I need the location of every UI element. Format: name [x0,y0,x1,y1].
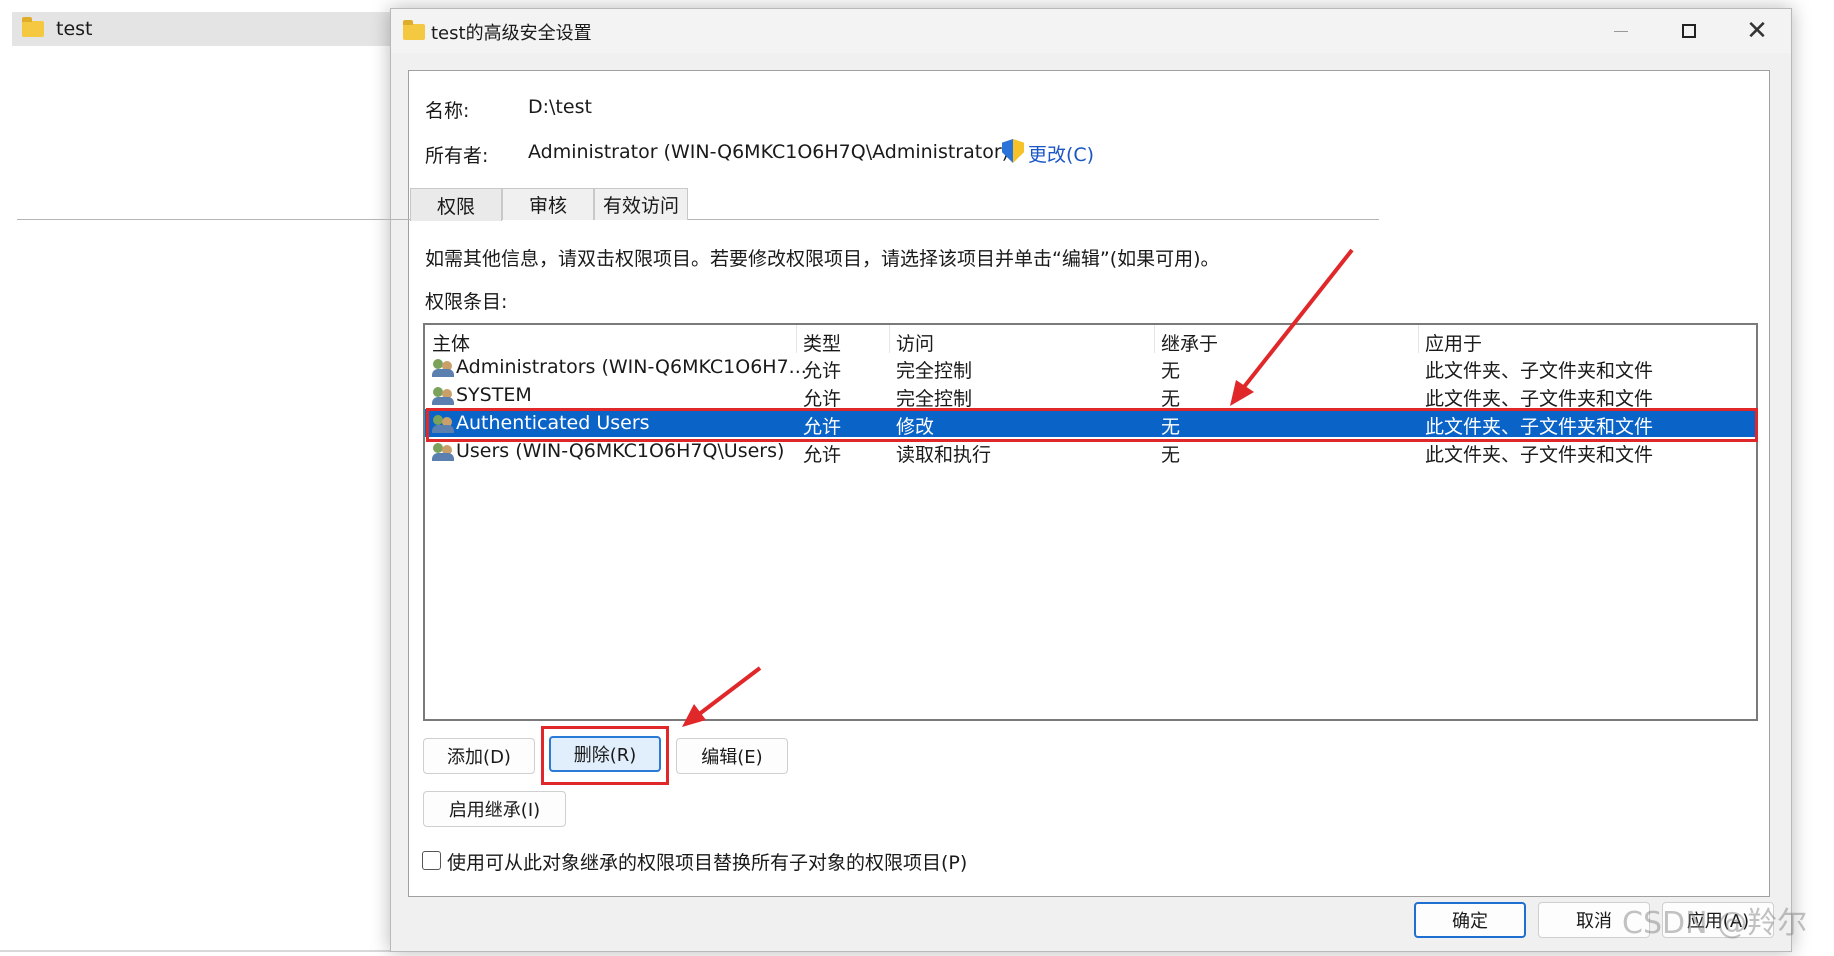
column-header-inherited-from[interactable]: 继承于 [1161,329,1218,356]
annotation-highlight-box [541,726,669,785]
tab-auditing[interactable]: 审核 [502,188,594,220]
tab-permissions[interactable]: 权限 [410,188,502,221]
list-header: 主体 类型 访问 继承于 应用于 [425,325,1756,356]
cell-inherited-from: 无 [1161,360,1181,382]
enable-inheritance-button[interactable]: 启用继承(I) [423,791,566,827]
column-separator[interactable] [889,325,890,353]
minimize-icon [1614,30,1628,32]
users-group-icon [432,357,454,377]
tab-label: 审核 [528,195,567,217]
close-button[interactable]: ✕ [1723,9,1791,53]
column-header-principal[interactable]: 主体 [432,329,470,356]
explorer-folder-row[interactable]: test [12,12,412,46]
column-header-applies-to[interactable]: 应用于 [1425,329,1482,356]
tab-strip-divider [17,219,1379,220]
replace-child-permissions-label[interactable]: 使用可从此对象继承的权限项目替换所有子对象的权限项目(P) [447,848,967,875]
cell-principal: SYSTEM [456,384,532,406]
replace-child-permissions-checkbox[interactable] [422,851,441,870]
table-row[interactable]: Administrators (WIN-Q6MKC1O6H7... 允许 完全控… [425,353,1756,382]
maximize-icon [1682,24,1696,38]
column-separator[interactable] [796,325,797,353]
cell-type: 允许 [803,444,842,466]
cell-type: 允许 [803,388,842,410]
permission-entries-label: 权限条目: [425,291,508,313]
cell-principal: Administrators (WIN-Q6MKC1O6H7... [456,356,807,378]
button-label: 添加(D) [447,747,511,768]
annotation-highlight-box [426,408,1758,442]
close-icon: ✕ [1746,16,1768,46]
owner-label: 所有者: [425,145,489,167]
tab-label: 权限 [436,195,475,218]
ok-button[interactable]: 确定 [1414,902,1526,938]
minimize-button[interactable] [1587,9,1655,53]
cell-principal: Users (WIN-Q6MKC1O6H7Q\Users) [456,440,785,462]
window-title: test的高级安全设置 [431,23,592,44]
title-bar[interactable]: test的高级安全设置 ✕ [391,9,1791,53]
name-label: 名称: [425,100,470,122]
button-label: 启用继承(I) [448,800,541,821]
users-group-icon [432,441,454,461]
instruction-text: 如需其他信息，请双击权限项目。若要修改权限项目，请选择该项目并单击“编辑”(如果… [425,248,1220,270]
folder-icon [22,17,44,37]
cell-applies-to: 此文件夹、子文件夹和文件 [1425,360,1654,382]
cell-access: 完全控制 [896,388,973,410]
users-group-icon [432,385,454,405]
cell-type: 允许 [803,360,842,382]
button-label: 取消 [1576,911,1612,932]
cell-access: 读取和执行 [896,444,992,466]
cell-applies-to: 此文件夹、子文件夹和文件 [1425,444,1654,466]
cell-inherited-from: 无 [1161,388,1181,410]
cell-inherited-from: 无 [1161,444,1181,466]
maximize-button[interactable] [1655,9,1723,53]
table-row[interactable]: SYSTEM 允许 完全控制 无 此文件夹、子文件夹和文件 [425,381,1756,410]
owner-value: Administrator (WIN-Q6MKC1O6H7Q\Administr… [528,141,1010,163]
add-button[interactable]: 添加(D) [423,738,535,774]
column-separator[interactable] [1418,325,1419,353]
watermark: CSDN @羚尔 [1622,906,1808,941]
column-separator[interactable] [1154,325,1155,353]
edit-button[interactable]: 编辑(E) [676,738,788,774]
tab-effective-access[interactable]: 有效访问 [594,188,688,220]
explorer-divider [0,950,400,952]
button-label: 确定 [1452,911,1488,932]
cell-applies-to: 此文件夹、子文件夹和文件 [1425,388,1654,410]
column-header-type[interactable]: 类型 [803,329,841,356]
change-owner-link[interactable]: 更改(C) [1028,140,1094,167]
tab-label: 有效访问 [602,195,679,217]
name-value: D:\test [528,96,592,118]
column-header-access[interactable]: 访问 [896,329,934,356]
button-label: 编辑(E) [701,747,763,768]
cell-access: 完全控制 [896,360,973,382]
folder-icon [403,20,425,40]
permission-entries-list[interactable]: 主体 类型 访问 继承于 应用于 Administrators (WIN-Q6M… [423,323,1758,721]
folder-name: test [56,18,93,40]
